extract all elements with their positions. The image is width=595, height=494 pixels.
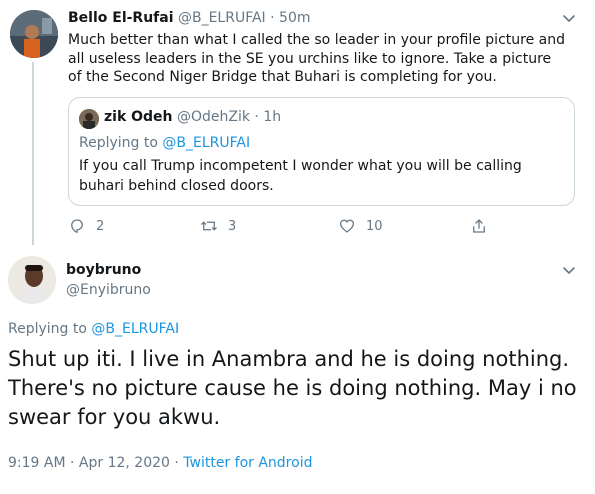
retweet-icon xyxy=(201,221,217,231)
quoted-tweet[interactable]: zik Odeh @OdehZik · 1h Replying to @B_EL… xyxy=(68,97,575,206)
quote-header: zik Odeh @OdehZik · 1h xyxy=(104,109,281,125)
avatar-bello-image xyxy=(10,10,58,58)
replying-to: Replying to @B_ELRUFAI xyxy=(8,321,179,337)
tweet-meta: 9:19 AM · Apr 12, 2020 · Twitter for And… xyxy=(8,455,312,471)
reply-icon xyxy=(71,219,83,234)
avatar-bello[interactable] xyxy=(10,10,58,58)
quote-author-handle: @OdehZik xyxy=(176,109,250,125)
avatar-boybruno-image xyxy=(8,256,56,304)
tweet-header: Bello El-Rufai @B_ELRUFAI · 50m xyxy=(68,10,310,26)
quote-replying-to: Replying to @B_ELRUFAI xyxy=(79,135,250,151)
quote-time: 1h xyxy=(263,109,282,125)
tweet-focused: boybruno @Enyibruno Replying to @B_ELRUF… xyxy=(0,245,595,494)
tweet-text: Shut up iti. I live in Anambra and he is… xyxy=(8,347,577,429)
author-name[interactable]: Bello El-Rufai xyxy=(68,10,174,26)
reply-button[interactable]: 2 xyxy=(68,216,104,236)
tweet-source[interactable]: Twitter for Android xyxy=(183,455,312,471)
chevron-down-icon[interactable] xyxy=(561,262,577,278)
tweet-parent[interactable]: Bello El-Rufai @B_ELRUFAI · 50m Much bet… xyxy=(0,0,595,245)
author-handle[interactable]: @Enyibruno xyxy=(66,282,151,298)
replying-to-user: @B_ELRUFAI xyxy=(162,135,251,151)
quote-author-name: zik Odeh xyxy=(104,109,173,125)
replying-to-label: Replying to xyxy=(8,321,87,337)
like-count: 10 xyxy=(366,218,383,234)
retweet-count: 3 xyxy=(228,218,237,234)
separator-dot: · xyxy=(254,109,259,125)
quote-text: If you call Trump incompetent I wonder w… xyxy=(79,158,522,194)
tweet-text: Much better than what I called the so le… xyxy=(68,32,565,85)
avatar-boybruno[interactable] xyxy=(8,256,56,304)
tweet-actions: 2 3 10 xyxy=(68,216,498,236)
like-icon xyxy=(339,219,355,233)
share-icon xyxy=(473,219,485,233)
replying-to-label: Replying to xyxy=(79,135,158,151)
author-name[interactable]: boybruno xyxy=(66,262,141,278)
chevron-down-icon[interactable] xyxy=(561,10,577,26)
reply-count: 2 xyxy=(96,218,105,234)
retweet-button[interactable]: 3 xyxy=(200,216,236,236)
separator-dot: · xyxy=(270,10,275,26)
tweet-timestamp[interactable]: 9:19 AM · Apr 12, 2020 · xyxy=(8,455,179,471)
avatar-zik-image xyxy=(79,109,99,129)
author-handle[interactable]: @B_ELRUFAI xyxy=(178,10,266,26)
avatar-zik xyxy=(79,109,99,129)
thread-connector-line xyxy=(32,62,34,245)
like-button[interactable]: 10 xyxy=(338,216,383,236)
share-button[interactable] xyxy=(470,216,498,236)
replying-to-user[interactable]: @B_ELRUFAI xyxy=(91,321,179,337)
tweet-time[interactable]: 50m xyxy=(279,10,310,26)
